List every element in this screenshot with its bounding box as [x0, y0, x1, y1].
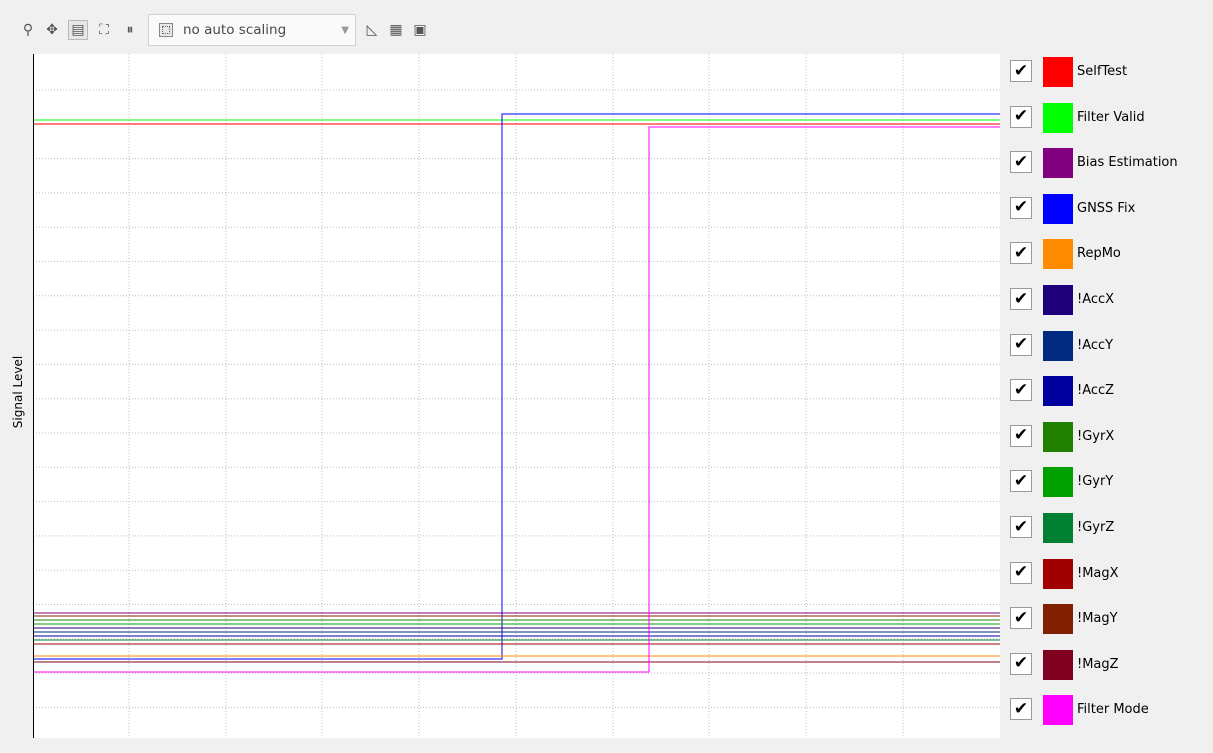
legend-color-swatch — [1043, 695, 1073, 726]
legend-item: ✔ Filter Valid — [1008, 102, 1208, 133]
legend-label: !GyrX — [1077, 428, 1115, 444]
legend-color-swatch — [1043, 193, 1073, 224]
legend-color-swatch — [1043, 102, 1073, 133]
legend-checkbox[interactable]: ✔ — [1010, 652, 1032, 675]
chevron-down-icon: ▼ — [341, 25, 349, 36]
legend-label: Bias Estimation — [1077, 155, 1178, 171]
table-icon[interactable]: ▦ — [386, 20, 406, 40]
legend-item: ✔ !AccX — [1008, 284, 1208, 315]
legend-color-swatch — [1043, 467, 1073, 498]
legend-color-swatch — [1043, 57, 1073, 87]
legend-label: RepMo — [1077, 246, 1121, 262]
legend-label: Filter Valid — [1077, 109, 1145, 125]
export-icon[interactable]: ▣ — [410, 20, 430, 40]
y-axis — [33, 54, 34, 738]
legend-checkbox[interactable]: ✔ — [1010, 151, 1032, 174]
legend-color-swatch — [1043, 558, 1073, 589]
legend-color-swatch — [1043, 649, 1073, 680]
legend-color-swatch — [1043, 604, 1073, 635]
toolbar: ⚲ ✥ ▤ ⛶ ⏸ no auto scaling ▼ ◺ ▦ ▣ — [0, 0, 1213, 50]
legend-item: ✔ GNSS Fix — [1008, 193, 1208, 224]
legend-checkbox[interactable]: ✔ — [1010, 424, 1032, 447]
legend-item: ✔ SelfTest — [1008, 56, 1208, 87]
fit-to-data-icon[interactable]: ⛶ — [94, 20, 114, 40]
legend-item: ✔ !MagX — [1008, 558, 1208, 589]
legend-checkbox[interactable]: ✔ — [1010, 516, 1032, 538]
legend-checkbox[interactable]: ✔ — [1010, 60, 1032, 82]
legend-checkbox[interactable]: ✔ — [1010, 470, 1032, 493]
legend-item: ✔ !AccZ — [1008, 375, 1208, 407]
autoscale-icon — [159, 23, 173, 37]
legend-checkbox[interactable]: ✔ — [1010, 379, 1032, 402]
legend-color-swatch — [1043, 148, 1073, 179]
legend-checkbox[interactable]: ✔ — [1010, 607, 1032, 630]
legend-color-swatch — [1043, 376, 1073, 407]
legend-label: !AccX — [1077, 292, 1115, 307]
legend-item: ✔ !MagZ — [1008, 649, 1208, 680]
legend-color-swatch — [1043, 330, 1073, 361]
legend-checkbox[interactable]: ✔ — [1010, 288, 1032, 310]
signal-plot[interactable] — [33, 54, 1000, 738]
legend-label: GNSS Fix — [1077, 200, 1136, 216]
legend-checkbox[interactable]: ✔ — [1010, 242, 1032, 265]
legend-item: ✔ RepMo — [1008, 238, 1208, 270]
legend-item: ✔ Bias Estimation — [1008, 147, 1208, 179]
legend-checkbox[interactable]: ✔ — [1010, 333, 1032, 356]
legend-label: SelfTest — [1077, 64, 1128, 79]
legend-label: Filter Mode — [1077, 702, 1149, 718]
legend-item: ✔ !MagY — [1008, 603, 1208, 635]
legend-item: ✔ Filter Mode — [1008, 694, 1208, 726]
scaling-select[interactable]: no auto scaling ▼ — [148, 14, 356, 46]
legend-color-swatch — [1043, 285, 1073, 315]
ruler-icon[interactable]: ◺ — [362, 20, 382, 40]
pause-icon[interactable]: ⏸ — [120, 20, 140, 40]
legend-color-swatch — [1043, 513, 1073, 543]
legend-color-swatch — [1043, 239, 1073, 270]
legend-label: !GyrZ — [1077, 520, 1115, 535]
legend-label: !MagY — [1077, 611, 1118, 627]
move-icon[interactable]: ✥ — [42, 20, 62, 40]
legend-checkbox[interactable]: ✔ — [1010, 561, 1032, 584]
legend-color-swatch — [1043, 421, 1073, 452]
legend-label: !MagX — [1077, 565, 1119, 581]
legend-checkbox[interactable]: ✔ — [1010, 698, 1032, 721]
legend-label: !GyrY — [1077, 474, 1114, 490]
zoom-icon[interactable]: ⚲ — [18, 20, 38, 40]
legend-label: !AccZ — [1077, 383, 1115, 399]
legend-toggle-icon[interactable]: ▤ — [68, 20, 88, 40]
y-axis-label: Signal Level — [11, 355, 25, 429]
legend-checkbox[interactable]: ✔ — [1010, 196, 1032, 219]
legend-item: ✔ !GyrX — [1008, 421, 1208, 452]
legend-item: ✔ !GyrY — [1008, 466, 1208, 498]
legend-label: !MagZ — [1077, 656, 1119, 672]
legend-label: !AccY — [1077, 337, 1114, 353]
scaling-select-value: no auto scaling — [183, 22, 287, 38]
legend-checkbox[interactable]: ✔ — [1010, 105, 1032, 128]
legend-item: ✔ !GyrZ — [1008, 512, 1208, 543]
legend-item: ✔ !AccY — [1008, 330, 1208, 361]
